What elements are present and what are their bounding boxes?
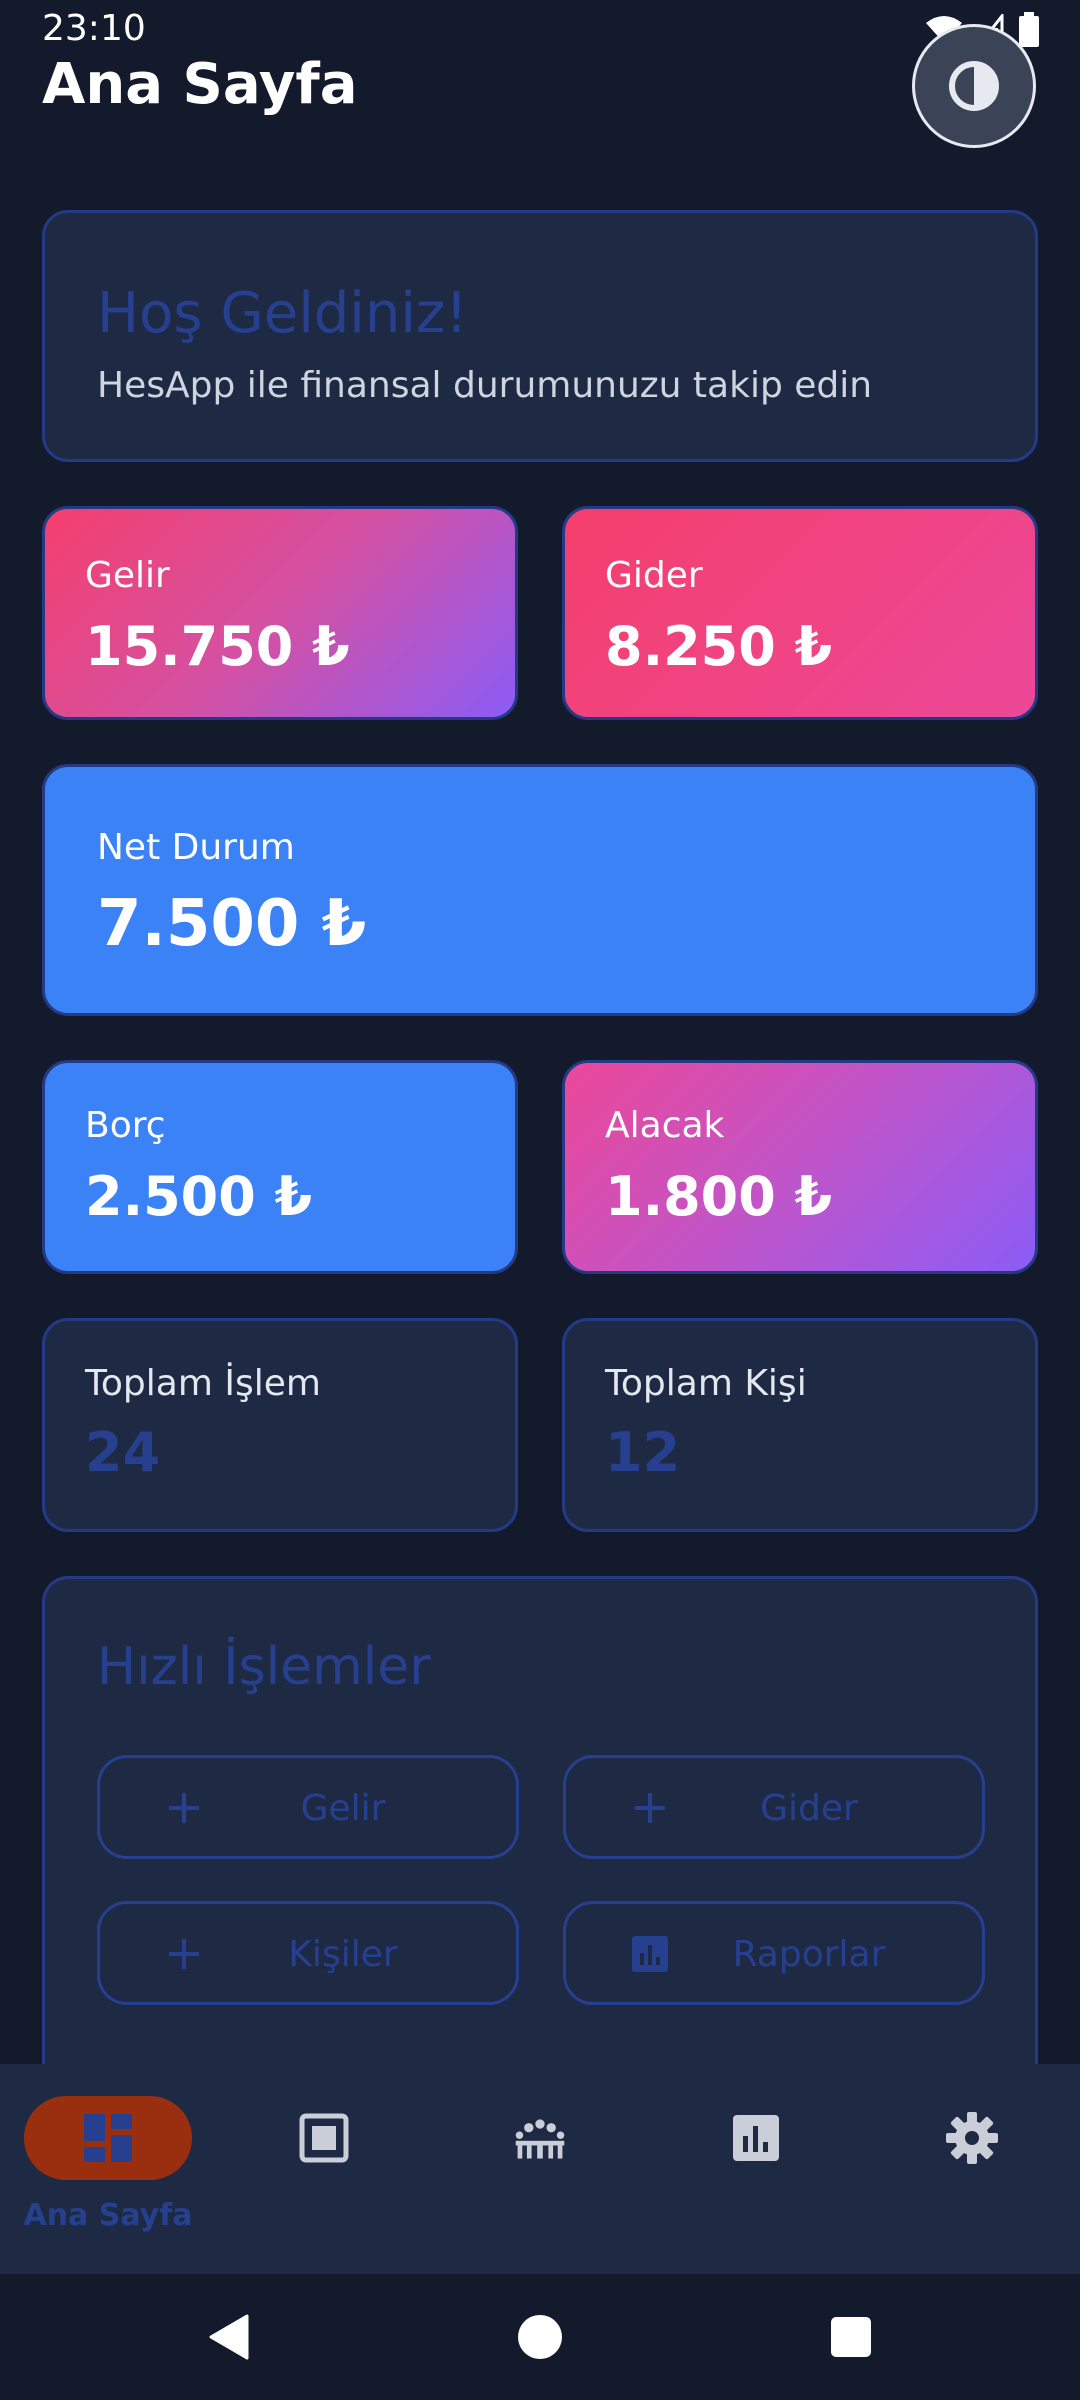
recents-button[interactable] <box>826 2312 876 2362</box>
income-value: 15.750 ₺ <box>85 615 350 678</box>
bottom-nav: Ana Sayfa <box>0 2064 1080 2274</box>
expense-card[interactable]: Gider 8.250 ₺ <box>562 506 1038 720</box>
bar-chart-icon <box>728 2110 784 2166</box>
quick-add-expense-button[interactable]: Gider <box>563 1755 985 1859</box>
receivable-value: 1.800 ₺ <box>605 1165 833 1228</box>
home-circle-icon <box>518 2315 562 2359</box>
welcome-title: Hoş Geldiniz! <box>97 281 468 346</box>
quick-people-button[interactable]: Kişiler <box>97 1901 519 2005</box>
total-transactions-card[interactable]: Toplam İşlem 24 <box>42 1318 518 1532</box>
nav-item-people[interactable] <box>432 2064 648 2274</box>
expense-label: Gider <box>605 555 703 596</box>
net-balance-card[interactable]: Net Durum 7.500 ₺ <box>42 764 1038 1016</box>
net-value: 7.500 ₺ <box>97 887 367 961</box>
people-icon <box>512 2110 568 2166</box>
square-frame-icon <box>296 2110 352 2166</box>
welcome-card: Hoş Geldiniz! HesApp ile finansal durumu… <box>42 210 1038 462</box>
quick-actions-title: Hızlı İşlemler <box>97 1637 431 1697</box>
total-transactions-value: 24 <box>85 1421 161 1484</box>
back-triangle-icon <box>209 2314 249 2360</box>
net-label: Net Durum <box>97 827 295 868</box>
nav-item-transactions[interactable] <box>216 2064 432 2274</box>
total-people-label: Toplam Kişi <box>605 1363 807 1404</box>
quick-reports-label: Raporlar <box>732 1934 886 1975</box>
status-time: 23:10 <box>42 8 146 49</box>
nav-active-indicator <box>24 2096 192 2180</box>
income-card[interactable]: Gelir 15.750 ₺ <box>42 506 518 720</box>
quick-add-expense-label: Gider <box>760 1788 858 1829</box>
page-title: Ana Sayfa <box>42 52 358 117</box>
back-button[interactable] <box>204 2312 254 2362</box>
nav-item-reports[interactable] <box>648 2064 864 2274</box>
quick-actions-card: Hızlı İşlemler Gelir Gider Kişiler Rapor… <box>42 1576 1038 2076</box>
income-label: Gelir <box>85 555 170 596</box>
quick-reports-button[interactable]: Raporlar <box>563 1901 985 2005</box>
quick-people-label: Kişiler <box>288 1934 398 1975</box>
battery-icon <box>1019 12 1039 47</box>
quick-add-income-button[interactable]: Gelir <box>97 1755 519 1859</box>
receivable-label: Alacak <box>605 1105 725 1146</box>
receivable-card[interactable]: Alacak 1.800 ₺ <box>562 1060 1038 1274</box>
welcome-subtitle: HesApp ile finansal durumunuzu takip edi… <box>97 365 873 406</box>
total-transactions-label: Toplam İşlem <box>85 1363 321 1404</box>
quick-add-income-label: Gelir <box>300 1788 386 1829</box>
total-people-card[interactable]: Toplam Kişi 12 <box>562 1318 1038 1532</box>
recents-square-icon <box>831 2317 871 2357</box>
total-people-value: 12 <box>605 1421 681 1484</box>
nav-item-settings[interactable] <box>864 2064 1080 2274</box>
nav-item-home[interactable]: Ana Sayfa <box>0 2064 216 2274</box>
expense-value: 8.250 ₺ <box>605 615 833 678</box>
system-nav-bar <box>0 2274 1080 2400</box>
contrast-icon <box>949 61 999 111</box>
home-button[interactable] <box>515 2312 565 2362</box>
debt-card[interactable]: Borç 2.500 ₺ <box>42 1060 518 1274</box>
debt-label: Borç <box>85 1105 166 1146</box>
gear-icon <box>944 2110 1000 2166</box>
dashboard-icon <box>84 2114 132 2162</box>
theme-toggle-button[interactable] <box>912 24 1036 148</box>
nav-home-label: Ana Sayfa <box>23 2198 193 2233</box>
debt-value: 2.500 ₺ <box>85 1165 313 1228</box>
status-bar: 23:10 <box>0 0 1080 60</box>
